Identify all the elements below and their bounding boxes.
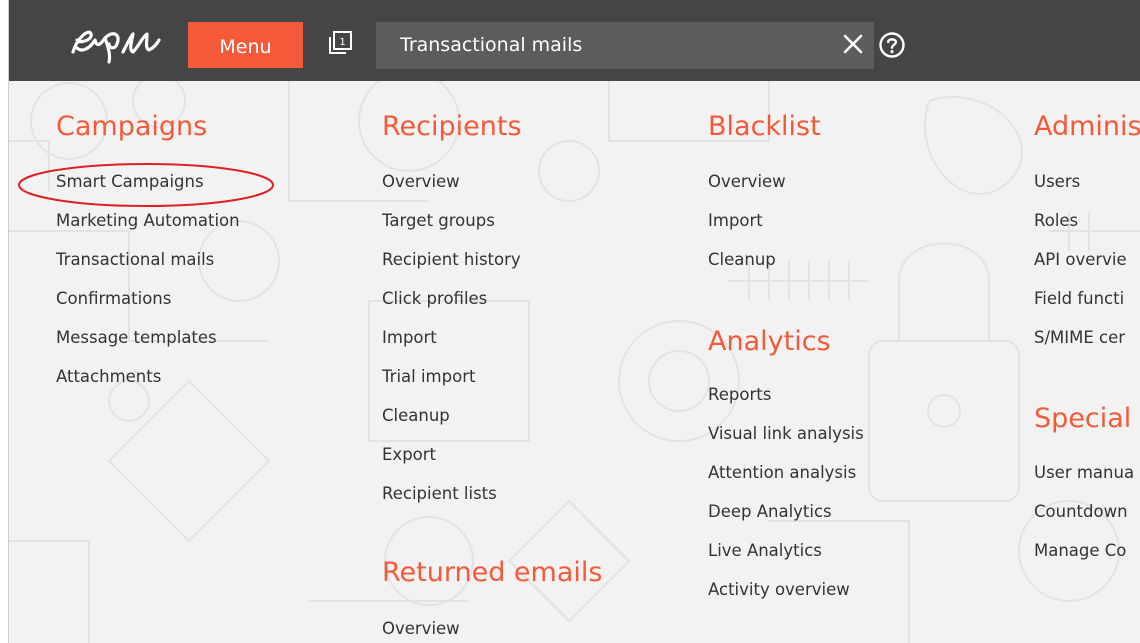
app-window: Menu 1 Transactional mails Campaigns Sma… <box>8 0 1140 643</box>
mega-menu-panel: Campaigns Smart Campaigns Marketing Auto… <box>9 81 1140 643</box>
search-box <box>376 22 874 69</box>
menu-item-recipients-import[interactable]: Import <box>382 328 437 347</box>
menu-item-export[interactable]: Export <box>382 445 436 464</box>
menu-item-blacklist-cleanup[interactable]: Cleanup <box>708 250 776 269</box>
menu-item-message-templates[interactable]: Message templates <box>56 328 217 347</box>
menu-item-field-functions[interactable]: Field functi <box>1034 289 1124 308</box>
menu-item-live-analytics[interactable]: Live Analytics <box>708 541 822 560</box>
menu-item-api-overview[interactable]: API overvie <box>1034 250 1127 269</box>
menu-item-recipients-cleanup[interactable]: Cleanup <box>382 406 450 425</box>
menu-item-attachments[interactable]: Attachments <box>56 367 161 386</box>
menu-item-blacklist-import[interactable]: Import <box>708 211 763 230</box>
menu-item-deep-analytics[interactable]: Deep Analytics <box>708 502 832 521</box>
menu-item-recipients-overview[interactable]: Overview <box>382 172 460 191</box>
heading-analytics: Analytics <box>708 326 831 357</box>
menu-item-users[interactable]: Users <box>1034 172 1080 191</box>
menu-item-user-manual[interactable]: User manua <box>1034 463 1134 482</box>
close-icon[interactable] <box>842 33 864 55</box>
menu-button[interactable]: Menu <box>188 22 303 68</box>
menu-item-click-profiles[interactable]: Click profiles <box>382 289 487 308</box>
search-input[interactable] <box>400 22 820 69</box>
top-bar: Menu 1 <box>9 0 1140 81</box>
heading-special: Special <box>1034 403 1132 434</box>
menu-item-blacklist-overview[interactable]: Overview <box>708 172 786 191</box>
heading-returned-emails: Returned emails <box>382 557 603 588</box>
menu-item-marketing-automation[interactable]: Marketing Automation <box>56 211 240 230</box>
menu-item-attention-analysis[interactable]: Attention analysis <box>708 463 856 482</box>
epi-logo[interactable] <box>67 18 163 64</box>
menu-item-activity-overview[interactable]: Activity overview <box>708 580 850 599</box>
menu-item-confirmations[interactable]: Confirmations <box>56 289 171 308</box>
pages-icon[interactable]: 1 <box>327 30 353 56</box>
menu-item-countdown[interactable]: Countdown <box>1034 502 1128 521</box>
heading-campaigns: Campaigns <box>56 111 208 142</box>
heading-administration: Adminis <box>1034 111 1140 142</box>
menu-item-transactional-mails[interactable]: Transactional mails <box>56 250 214 269</box>
menu-item-recipient-history[interactable]: Recipient history <box>382 250 521 269</box>
menu-item-recipient-lists[interactable]: Recipient lists <box>382 484 497 503</box>
menu-item-manage-co[interactable]: Manage Co <box>1034 541 1126 560</box>
menu-item-reports[interactable]: Reports <box>708 385 771 404</box>
heading-blacklist: Blacklist <box>708 111 821 142</box>
heading-recipients: Recipients <box>382 111 522 142</box>
menu-item-smime-certificates[interactable]: S/MIME cer <box>1034 328 1125 347</box>
pages-badge: 1 <box>339 37 345 48</box>
menu-item-visual-link-analysis[interactable]: Visual link analysis <box>708 424 864 443</box>
menu-item-roles[interactable]: Roles <box>1034 211 1078 230</box>
menu-item-target-groups[interactable]: Target groups <box>382 211 495 230</box>
menu-item-trial-import[interactable]: Trial import <box>382 367 475 386</box>
menu-item-returned-overview[interactable]: Overview <box>382 619 460 638</box>
help-icon[interactable] <box>878 31 906 59</box>
menu-item-smart-campaigns[interactable]: Smart Campaigns <box>56 172 204 191</box>
